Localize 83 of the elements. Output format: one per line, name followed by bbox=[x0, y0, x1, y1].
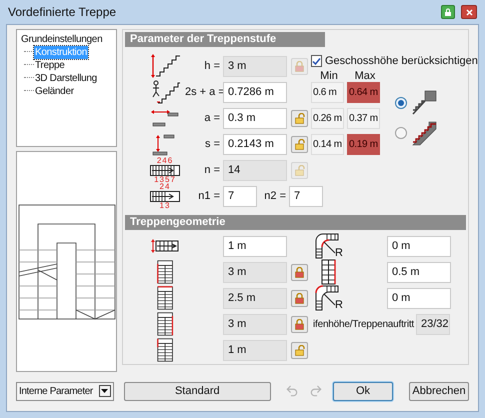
stair-width-icon bbox=[151, 239, 179, 253]
standard-button[interactable]: Standard bbox=[124, 382, 271, 400]
u-stair-plan-icon bbox=[156, 260, 174, 284]
field-label: n1 = bbox=[197, 188, 221, 204]
input-field[interactable]: 0 m bbox=[387, 236, 451, 256]
radio-button[interactable] bbox=[395, 97, 407, 109]
input-field[interactable]: 7 bbox=[289, 186, 323, 206]
pin-button[interactable] bbox=[441, 5, 455, 19]
padlock-icon bbox=[294, 60, 304, 72]
limit-value: 0.19 m bbox=[347, 134, 380, 154]
input-field[interactable]: 3 m bbox=[223, 314, 287, 334]
column-header: Max bbox=[354, 70, 376, 82]
limit-value: 0.6 m bbox=[311, 82, 344, 102]
input-field[interactable]: 0.3 m bbox=[223, 108, 287, 128]
lock-button[interactable] bbox=[290, 316, 308, 332]
padlock-icon bbox=[294, 164, 304, 176]
input-field[interactable]: 3 m bbox=[223, 56, 287, 76]
input-field[interactable]: 14 bbox=[223, 160, 287, 180]
padlock-icon bbox=[294, 318, 304, 330]
tree-item[interactable]: Geländer bbox=[34, 85, 75, 98]
lock-icon bbox=[444, 8, 452, 16]
tree-item[interactable]: Grundeinstellungen bbox=[21, 33, 102, 46]
column-header: Min bbox=[319, 70, 339, 82]
input-field[interactable]: 23/32 bbox=[416, 314, 450, 334]
step-number-label: 24 bbox=[160, 182, 170, 190]
padlock-icon bbox=[294, 138, 304, 150]
lock-button[interactable] bbox=[290, 264, 308, 280]
close-icon bbox=[466, 8, 472, 16]
limit-value: 0.64 m bbox=[347, 82, 380, 102]
padlock-icon bbox=[294, 344, 304, 356]
dropdown-value: Interne Parameter bbox=[19, 384, 93, 398]
close-button[interactable] bbox=[461, 5, 477, 19]
lock-button[interactable] bbox=[290, 290, 308, 306]
closed-stair-icon bbox=[411, 120, 437, 146]
dialog-button[interactable]: Abbrechen bbox=[409, 382, 469, 400]
step-number-label: 246 bbox=[156, 156, 174, 164]
radius-label: R bbox=[335, 248, 343, 259]
field-label: h = bbox=[203, 58, 221, 74]
open-stair-icon bbox=[411, 90, 437, 116]
field-label: a = bbox=[203, 110, 221, 126]
radius-label: R bbox=[335, 300, 343, 311]
walking-person-stair-icon bbox=[150, 80, 180, 104]
input-field[interactable]: 3 m bbox=[223, 262, 287, 282]
u-stair-plan-icon bbox=[156, 286, 174, 310]
stair-height-icon bbox=[150, 54, 180, 78]
input-field[interactable]: 0.5 m bbox=[387, 262, 451, 282]
input-field[interactable]: 0.7286 m bbox=[223, 82, 287, 102]
field-label: s = bbox=[204, 136, 221, 152]
stair-run-icon bbox=[150, 164, 180, 176]
stair-run-icon bbox=[150, 190, 180, 202]
padlock-icon bbox=[294, 292, 304, 304]
checkbox-label: Geschosshöhe berücksichtigen bbox=[325, 54, 478, 69]
tree-item[interactable]: Treppe bbox=[34, 59, 66, 72]
input-field[interactable]: 1 m bbox=[223, 340, 287, 360]
field-label: n = bbox=[203, 162, 221, 178]
u-stair-plan-icon bbox=[156, 312, 174, 336]
checkbox[interactable] bbox=[311, 55, 322, 68]
step-number-label: 13 bbox=[160, 202, 170, 210]
lock-button[interactable] bbox=[290, 110, 308, 126]
u-stair-plan-icon bbox=[156, 338, 174, 362]
tree-item[interactable]: 3D Darstellung bbox=[34, 72, 98, 85]
dialog-button[interactable]: Ok bbox=[333, 382, 393, 400]
padlock-icon bbox=[294, 112, 304, 124]
radio-button[interactable] bbox=[395, 127, 407, 139]
parameter-dropdown[interactable]: Interne Parameter bbox=[16, 382, 114, 400]
section-header: Parameter der Treppenstufe bbox=[125, 32, 325, 47]
limit-value: 0.26 m bbox=[311, 108, 344, 128]
lock-button[interactable] bbox=[290, 136, 308, 152]
padlock-icon bbox=[294, 266, 304, 278]
section-header: Treppengeometrie bbox=[125, 215, 466, 230]
window-title: Vordefinierte Treppe bbox=[8, 4, 118, 21]
limit-value: 0.14 m bbox=[311, 134, 344, 154]
limit-value: 0.37 m bbox=[347, 108, 380, 128]
field-label: ifenhöhe/Treppenauftritt bbox=[312, 318, 414, 332]
input-field[interactable]: 0 m bbox=[387, 288, 451, 308]
input-field[interactable]: 1 m bbox=[223, 236, 287, 256]
field-label: n2 = bbox=[263, 188, 287, 204]
input-field[interactable]: 7 bbox=[223, 186, 257, 206]
step-number-label: 1357 bbox=[154, 176, 176, 184]
stair-gap-icon bbox=[321, 259, 337, 285]
lock-button[interactable] bbox=[290, 342, 308, 358]
input-field[interactable]: 0.2143 m bbox=[223, 134, 287, 154]
input-field[interactable]: 2.5 m bbox=[223, 288, 287, 308]
